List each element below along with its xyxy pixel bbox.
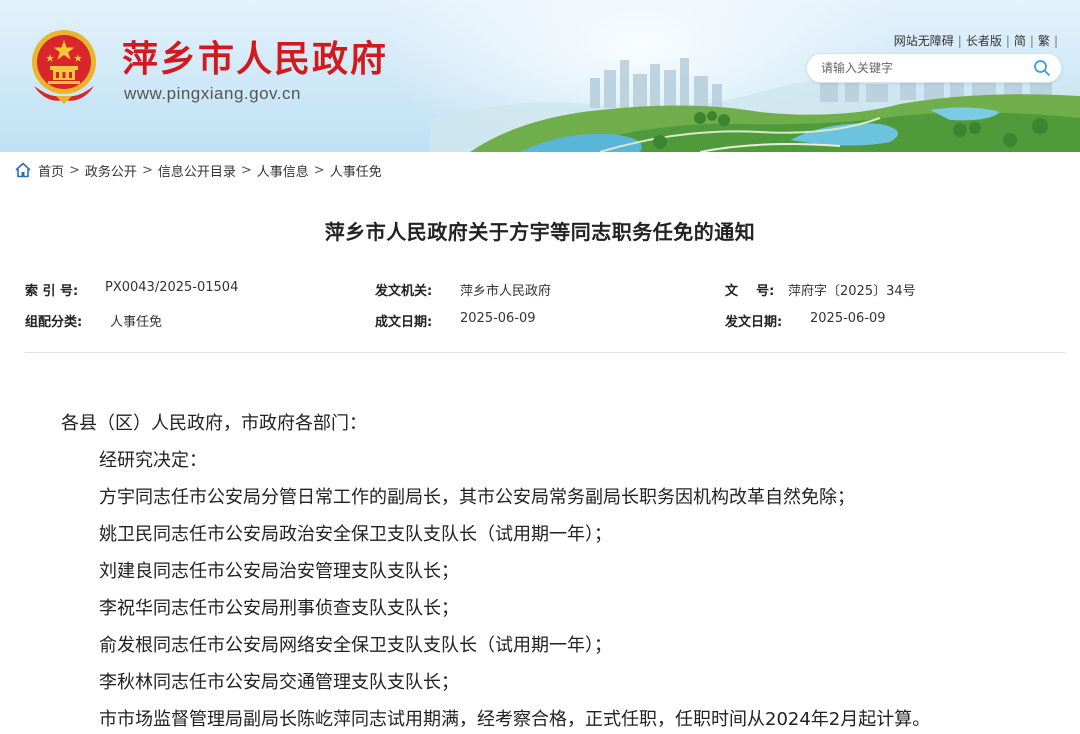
meta-issuer-value: 萍乡市人民政府 [460, 284, 552, 299]
breadcrumb-appointments[interactable]: 人事任免 [330, 161, 382, 180]
breadcrumb-disclosure-catalog[interactable]: 信息公开目录 [158, 161, 236, 180]
meta-issuer-label: 发文机关: [375, 284, 433, 299]
breadcrumb-personnel-info[interactable]: 人事信息 [257, 161, 309, 180]
site-header: 萍乡市人民政府 www.pingxiang.gov.cn 网站无障碍 | 长者版 |… [0, 0, 1080, 152]
search-input[interactable] [821, 61, 1033, 75]
traditional-chinese-link[interactable]: 繁 [1034, 32, 1054, 49]
meta-index-value: PX0043/2025-01504 [105, 280, 239, 295]
meta-doc-number: 文 号: 萍府字〔2025〕34号 [725, 280, 916, 299]
document-paragraph: 市市场监督管理局副局长陈屹萍同志试用期满，经考察合格，正式任职，任职时间从202… [99, 709, 931, 730]
meta-created-date-label: 成文日期: [375, 315, 433, 330]
meta-issuer: 发文机关: 萍乡市人民政府 [375, 280, 551, 299]
breadcrumb-separator: > [240, 162, 252, 178]
national-emblem-icon [32, 30, 96, 104]
breadcrumb: 首页 > 政务公开 > 信息公开目录 > 人事信息 > 人事任免 [14, 159, 382, 181]
meta-created-date-value: 2025-06-09 [460, 311, 536, 326]
meta-category-label: 组配分类: [25, 315, 83, 330]
top-links: 网站无障碍 | 长者版 | 简 | 繁 | [890, 32, 1058, 49]
document-paragraph: 俞发根同志任市公安局网络安全保卫支队支队长（试用期一年）； [99, 635, 612, 656]
site-title: 萍乡市人民政府 [122, 39, 389, 80]
document-paragraph: 姚卫民同志任市公安局政治安全保卫支队支队长（试用期一年）； [99, 524, 612, 545]
document-paragraph: 李秋林同志任市公安局交通管理支队支队长； [99, 672, 459, 693]
meta-doc-number-label: 文 号: [725, 284, 775, 299]
meta-category-value: 人事任免 [110, 315, 163, 330]
site-url: www.pingxiang.gov.cn [124, 84, 301, 103]
search-box [806, 53, 1062, 83]
document-paragraph: 李祝华同志任市公安局刑事侦查支队支队长； [99, 598, 459, 619]
document-meta: 索 引 号: PX0043/2025-01504 发文机关: 萍乡市人民政府 文… [25, 278, 1065, 353]
meta-published-date: 发文日期: 2025-06-09 [725, 311, 886, 330]
top-link-separator: | [1053, 33, 1058, 48]
breadcrumb-government-affairs[interactable]: 政务公开 [85, 161, 137, 180]
document-paragraph: 经研究决定： [99, 450, 207, 471]
document-salutation: 各县（区）人民政府，市政府各部门： [61, 413, 367, 434]
meta-doc-number-value: 萍府字〔2025〕34号 [788, 284, 916, 299]
breadcrumb-separator: > [141, 162, 153, 178]
document-title: 萍乡市人民政府关于方宇等同志职务任免的通知 [324, 220, 756, 244]
meta-index-label: 索 引 号: [25, 284, 79, 299]
meta-created-date: 成文日期: 2025-06-09 [375, 311, 536, 330]
breadcrumb-separator: > [69, 162, 80, 178]
meta-published-date-label: 发文日期: [725, 315, 783, 330]
elderly-version-link[interactable]: 长者版 [962, 32, 1006, 49]
home-icon[interactable] [14, 161, 32, 179]
meta-published-date-value: 2025-06-09 [810, 311, 886, 326]
search-icon[interactable] [1033, 59, 1051, 77]
document-paragraph: 刘建良同志任市公安局治安管理支队支队长； [99, 561, 459, 582]
meta-category: 组配分类: 人事任免 [25, 311, 162, 330]
breadcrumb-home[interactable]: 首页 [38, 161, 64, 180]
simplified-chinese-link[interactable]: 简 [1010, 32, 1030, 49]
document-paragraph: 方宇同志任市公安局分管日常工作的副局长，其市公安局常务副局长职务因机构改革自然免… [99, 487, 855, 508]
meta-index: 索 引 号: PX0043/2025-01504 [25, 280, 238, 299]
breadcrumb-separator: > [313, 162, 325, 178]
accessibility-link[interactable]: 网站无障碍 [890, 32, 958, 49]
